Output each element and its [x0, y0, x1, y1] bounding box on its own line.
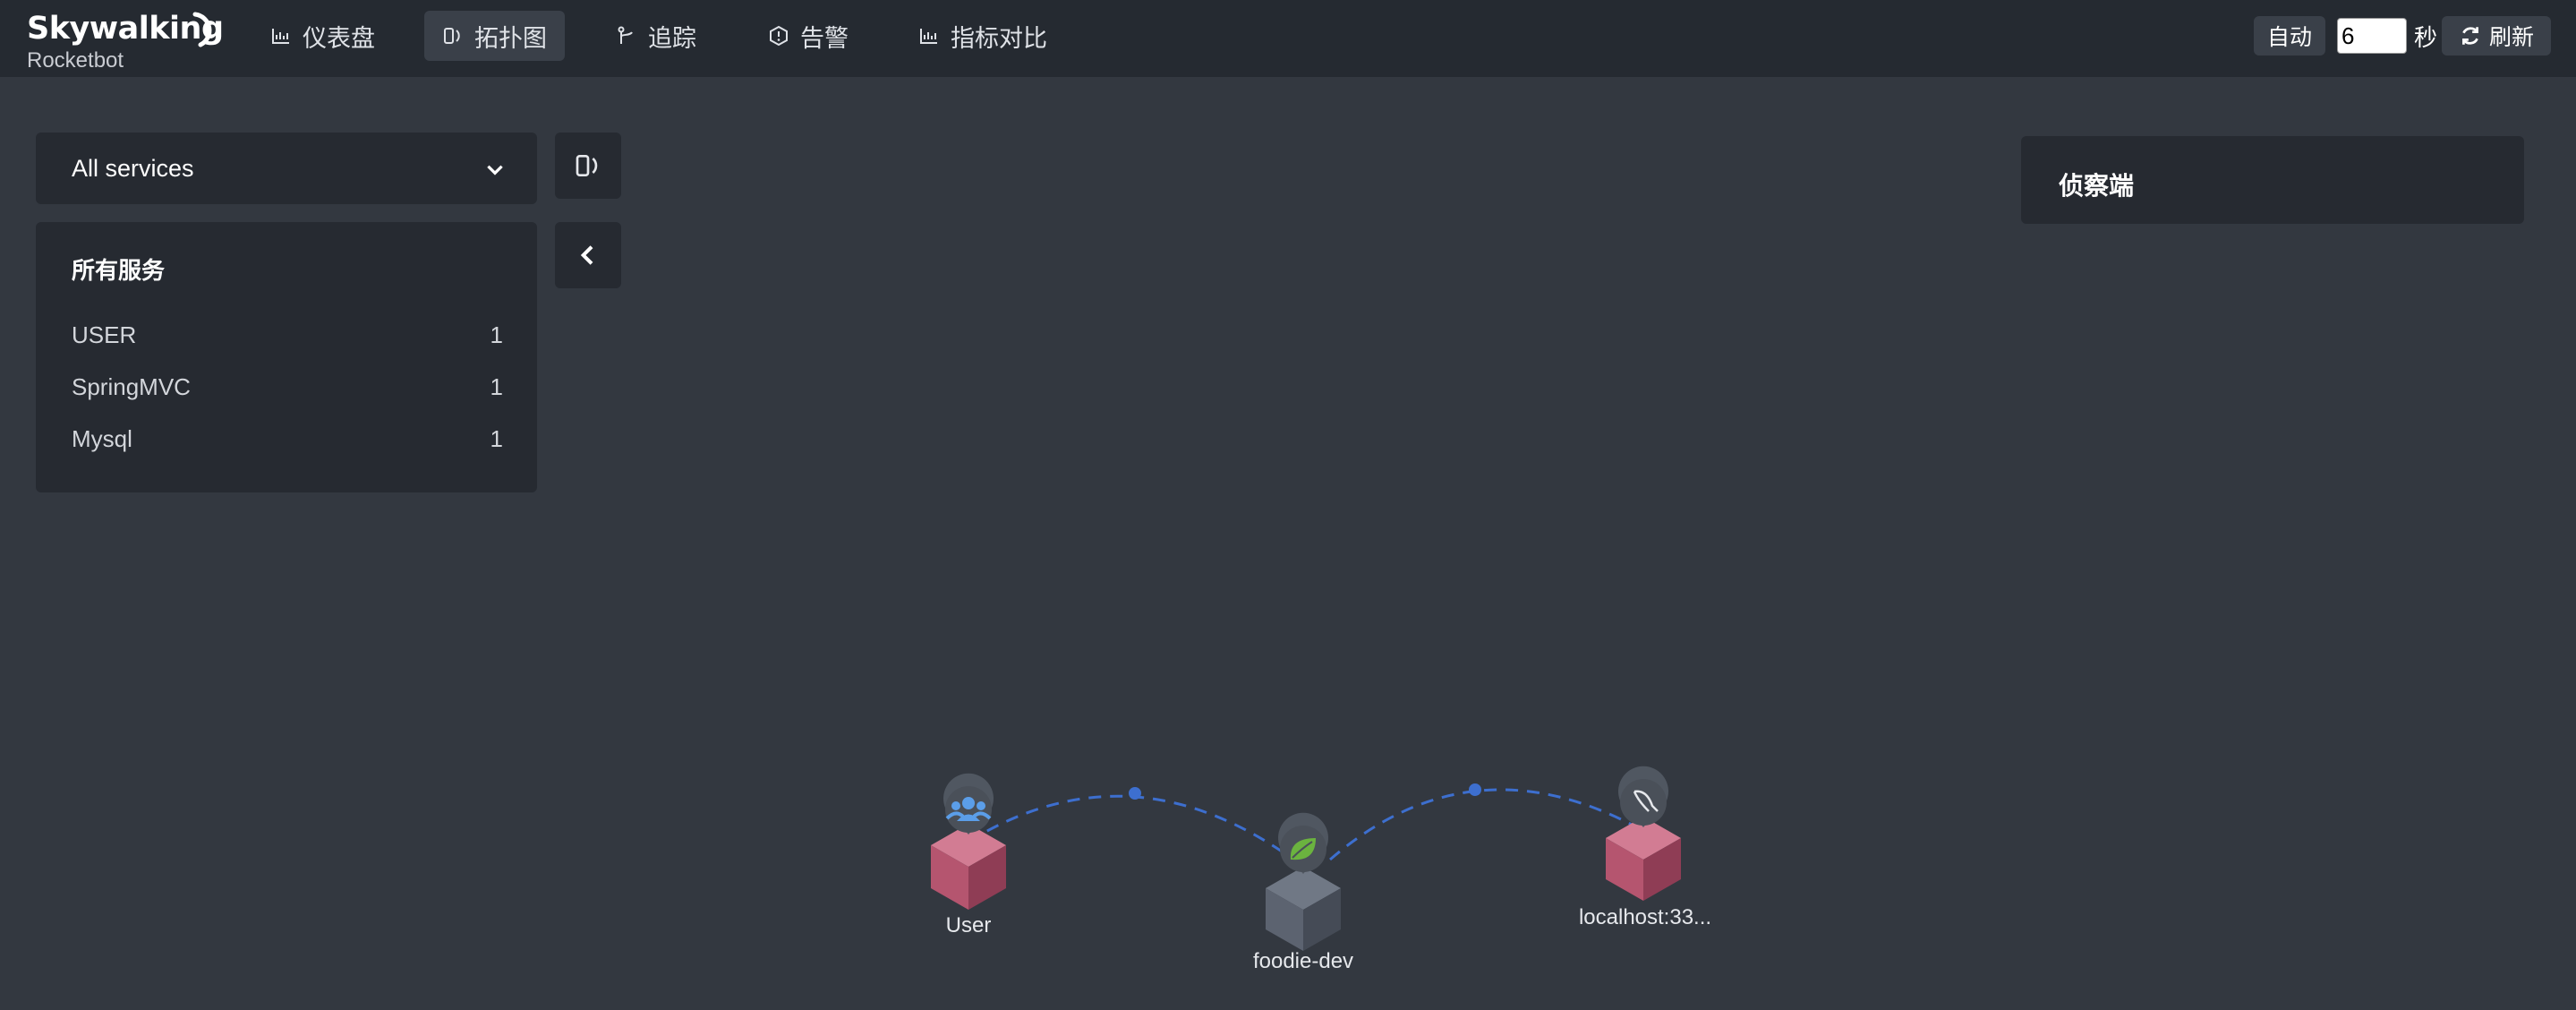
edge-midpoint-marker[interactable] [1129, 787, 1141, 800]
node-label-user: User [945, 913, 992, 937]
edge-midpoint-marker[interactable] [1469, 783, 1481, 796]
mysql-dolphin-icon [1618, 766, 1669, 827]
topology-node-mysql[interactable] [1606, 766, 1681, 901]
node-label-foodie-dev: foodie-dev [1252, 949, 1354, 973]
topology-node-foodie-dev[interactable] [1266, 812, 1341, 951]
topology-node-user[interactable] [931, 773, 1006, 910]
topology-edge-user-foodie[interactable] [968, 794, 1304, 869]
spring-leaf-icon [1278, 812, 1329, 874]
node-label-mysql: localhost:33... [1578, 905, 1712, 929]
users-icon [943, 773, 994, 835]
topology-graph [931, 766, 1681, 951]
topology-edge-foodie-mysql[interactable] [1329, 788, 1644, 861]
